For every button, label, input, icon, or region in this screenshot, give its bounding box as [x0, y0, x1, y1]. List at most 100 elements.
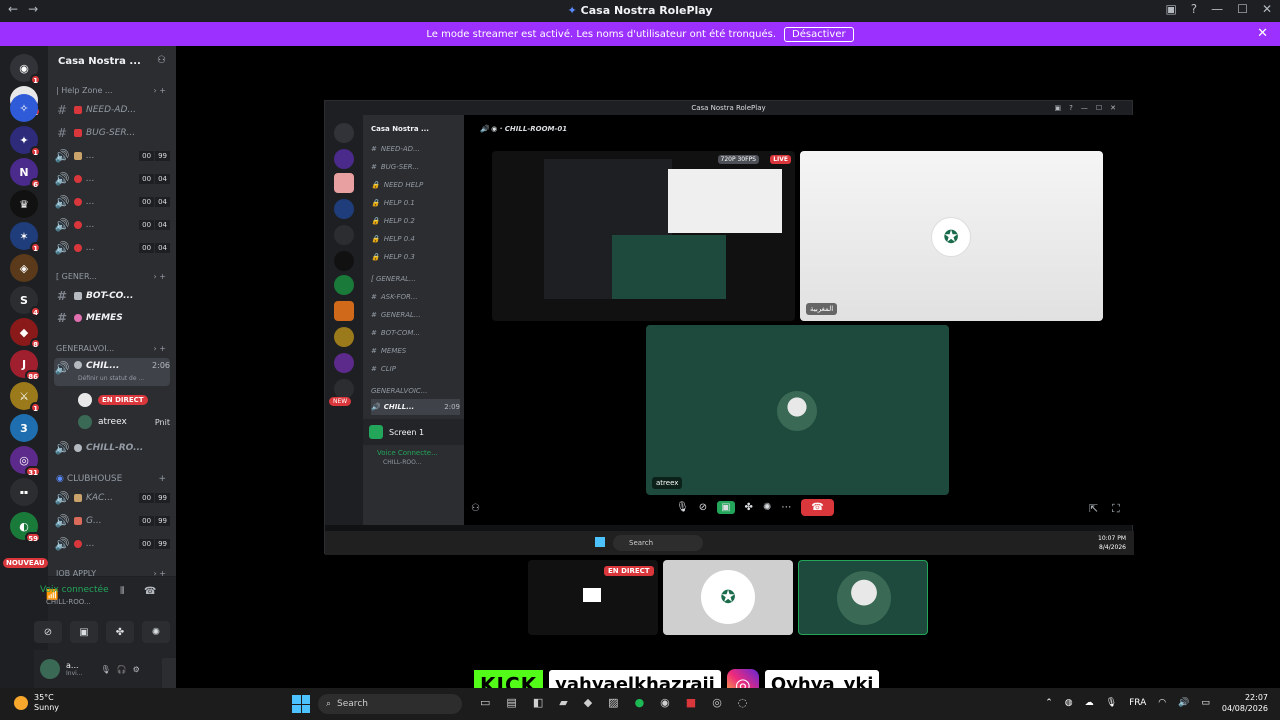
wifi-icon[interactable]: ◠ — [1158, 698, 1166, 708]
app-icon[interactable]: ■ — [686, 696, 696, 709]
weather-widget[interactable]: 35°C Sunny — [14, 693, 59, 713]
server-icon-15[interactable]: ◐ 59 — [10, 512, 41, 543]
tray-icon[interactable]: ☁ — [1085, 698, 1094, 708]
battery-icon[interactable]: ▭ — [1201, 698, 1210, 708]
server-icon-14[interactable]: ▪▪ — [10, 478, 38, 506]
tile-label: atreex — [652, 477, 683, 489]
app-icon[interactable]: ▤ — [506, 696, 516, 709]
voice-channel[interactable]: 🔊... 00 04 — [54, 169, 170, 189]
popout-icon[interactable]: ⇱ — [1089, 502, 1098, 515]
user-info[interactable]: a... Invi... — [66, 661, 83, 677]
server-icon-8[interactable]: S4 — [10, 286, 41, 317]
noise-suppression-icon[interactable]: ⦀ — [120, 586, 124, 597]
preview-emblem[interactable]: ✪ — [663, 560, 793, 635]
app-icon[interactable]: ◧ — [533, 696, 543, 709]
voice-channel-chill-room[interactable]: 🔊 CHILL-RO... — [54, 438, 170, 458]
inner-category-label: GENERALVOIC... — [371, 387, 428, 395]
inner-channel: # MEMES — [371, 347, 407, 355]
voice-channel[interactable]: 🔊... 00 04 — [54, 192, 170, 212]
channel-memes[interactable]: # MEMES — [54, 308, 170, 328]
voice-channel[interactable]: 🔊... 00 99 — [54, 146, 170, 166]
app-icon[interactable]: ◆ — [584, 696, 592, 709]
tray-icon[interactable]: ◍ — [1065, 698, 1073, 708]
server-icon-5[interactable]: ♛ — [10, 190, 38, 218]
server-icon-13[interactable]: ◎ 31 — [10, 446, 41, 477]
voice-channel-name[interactable]: CHILL-ROO... — [46, 598, 91, 606]
settings-gear-icon[interactable]: ⚙ — [133, 665, 140, 674]
minimize-icon[interactable]: — — [1211, 2, 1223, 16]
category-general[interactable]: [ GENER... › + — [56, 272, 166, 281]
preview-screen[interactable]: EN DIRECT — [528, 560, 658, 635]
headphones-icon[interactable]: 🎧 — [117, 665, 127, 674]
server-icon-9[interactable]: ◆ 8 — [10, 318, 41, 349]
server-icon-2[interactable]: ✧ — [10, 94, 38, 122]
app-icon[interactable]: ◉ — [660, 696, 670, 709]
discord-home-icon[interactable]: ◉ 1 — [10, 54, 41, 85]
spotify-icon[interactable]: ● — [635, 696, 645, 709]
channel-emoji-icon — [74, 175, 82, 183]
clock-date: 04/08/2026 — [1221, 704, 1268, 713]
folder-icon[interactable]: ▰ — [559, 696, 567, 709]
channel-bug-ser[interactable]: # BUG-SER... — [54, 123, 170, 143]
chevron-up-icon[interactable]: ⌃ — [1045, 698, 1053, 708]
voice-channel-kac[interactable]: 🔊 KAC... 00 99 — [54, 488, 170, 508]
app-icon[interactable]: ◌ — [738, 696, 748, 709]
disable-streamer-button[interactable]: Désactiver — [784, 26, 854, 42]
channel-status[interactable]: Définir un statut de ... — [78, 375, 144, 382]
voice-channel-g[interactable]: 🔊 G... 00 99 — [54, 511, 170, 531]
server-name[interactable]: Casa Nostra ... — [58, 56, 141, 67]
server-icon-11[interactable]: ⚔ 1 — [10, 382, 41, 413]
add-member-icon[interactable]: ⚇ — [157, 55, 166, 66]
inner-windows-icon — [595, 537, 605, 547]
voice-status-text[interactable]: Voix connectée — [40, 585, 109, 595]
close-icon[interactable]: ✕ — [1262, 2, 1272, 16]
inbox-icon[interactable]: ▣ — [1165, 2, 1176, 16]
voice-user-2[interactable]: atreex Pnit — [78, 412, 170, 432]
disconnect-icon[interactable]: ☎ — [144, 586, 156, 597]
server-icon-6[interactable]: ✶ 1 — [10, 222, 41, 253]
video-off-icon[interactable]: ⊘ — [34, 621, 62, 643]
category-clubhouse[interactable]: ◉ CLUBHOUSE + — [56, 474, 166, 484]
server-icon-7[interactable]: ◈ — [10, 254, 38, 282]
activities-icon[interactable]: ✤ — [106, 621, 134, 643]
app-icon[interactable]: ▨ — [608, 696, 618, 709]
soundboard-icon[interactable]: ✺ — [142, 621, 170, 643]
microphone-icon[interactable]: 🎙 — [1106, 698, 1117, 708]
invite-icon[interactable]: ⚇ — [471, 503, 480, 514]
help-icon[interactable]: ? — [1191, 2, 1197, 16]
taskbar-search[interactable]: ⌕ Search — [318, 694, 462, 714]
category-generalvoice[interactable]: GENERALVOI... › + — [56, 344, 166, 353]
volume-icon[interactable]: 🔊 — [1178, 698, 1189, 708]
maximize-icon[interactable]: ☐ — [1237, 2, 1248, 16]
channel-emoji-icon — [74, 494, 82, 502]
clock[interactable]: 22:07 04/08/2026 — [1222, 692, 1268, 714]
badge: 86 — [25, 370, 41, 381]
hash-icon: # — [56, 311, 68, 325]
server-icon-10[interactable]: J 86 — [10, 350, 41, 381]
banner-close-icon[interactable]: ✕ — [1257, 26, 1268, 41]
language-indicator[interactable]: FRA — [1129, 698, 1146, 708]
voice-channel[interactable]: 🔊... 00 04 — [54, 215, 170, 235]
voice-user-1[interactable]: EN DIRECT — [78, 390, 170, 410]
channel-bot-co[interactable]: # BOT-CO... — [54, 286, 170, 306]
chevron-icon: › + — [153, 272, 166, 281]
channel-need-ad[interactable]: # NEED-AD... — [54, 100, 170, 120]
user-count: 00 99 — [139, 516, 170, 526]
moroccan-star-icon: ✪ — [931, 217, 971, 257]
server-icon-4[interactable]: N6 — [10, 158, 41, 189]
voice-channel[interactable]: 🔊... 00 99 — [54, 534, 170, 554]
server-icon-3[interactable]: ✦ 1 — [10, 126, 41, 157]
voice-channel[interactable]: 🔊... 00 04 — [54, 238, 170, 258]
fullscreen-icon[interactable]: ⛶ — [1112, 502, 1120, 516]
new-servers-badge[interactable]: NOUVEAU — [3, 558, 48, 568]
app-icon[interactable]: ◎ — [712, 696, 722, 709]
microphone-icon[interactable]: 🎙 — [101, 665, 111, 674]
preview-user[interactable] — [798, 560, 928, 635]
avatar[interactable] — [40, 659, 60, 679]
voice-channel-chill-active[interactable]: 🔊 CHIL... 2:06 Définir un statut de ... — [54, 358, 170, 386]
windows-start-icon[interactable] — [292, 695, 310, 713]
screen-share-icon[interactable]: ▣ — [70, 621, 98, 643]
server-icon-12[interactable]: 3 — [10, 414, 38, 442]
app-icon[interactable]: ▭ — [480, 696, 490, 709]
category-help-zone[interactable]: | Help Zone ... › + — [56, 86, 166, 95]
